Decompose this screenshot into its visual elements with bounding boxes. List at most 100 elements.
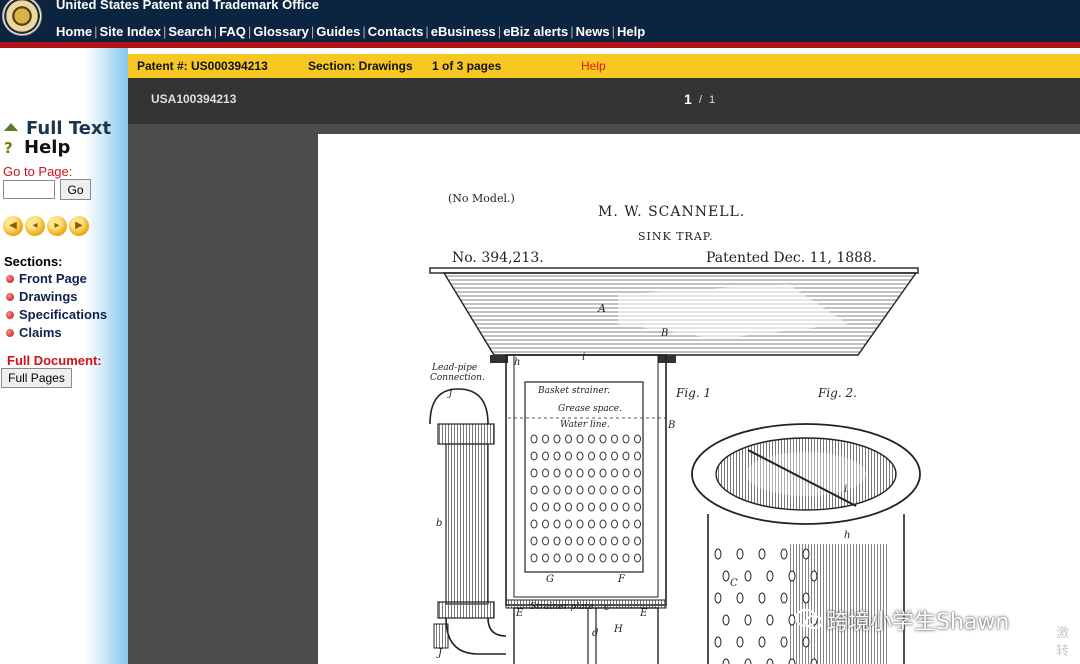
strainer-hole <box>634 502 641 512</box>
strainer-hole <box>588 451 595 461</box>
strainer-hole <box>622 451 630 461</box>
help-link[interactable]: ? Help <box>4 137 70 158</box>
cylinder-hole <box>766 570 774 582</box>
strainer-hole <box>588 485 595 495</box>
strainer-hole <box>634 468 641 478</box>
strainer-hole <box>542 502 549 512</box>
cylinder-hole <box>722 658 730 664</box>
strainer-hole <box>542 434 549 444</box>
strainer-hole <box>565 451 572 461</box>
last-page-icon[interactable]: ▶ <box>69 216 89 236</box>
sections-list: Front Page Drawings Specifications Claim… <box>6 270 107 342</box>
nav-ebiz-alerts[interactable]: eBiz alerts <box>503 24 568 39</box>
strainer-hole <box>611 553 618 563</box>
uspto-seal-icon[interactable] <box>2 0 42 36</box>
section-specifications[interactable]: Specifications <box>6 306 107 324</box>
help-label: Help <box>24 137 71 158</box>
nav-guides[interactable]: Guides <box>316 24 360 39</box>
strainer-hole <box>530 485 538 495</box>
first-page-icon[interactable]: ◀ <box>3 216 23 236</box>
cylinder-hole <box>758 548 766 560</box>
strainer-hole <box>576 434 584 444</box>
basket-strainer-label: Basket strainer. <box>538 386 610 396</box>
nav-separator: | <box>362 24 366 39</box>
label-E: E <box>516 608 524 619</box>
full-pages-button[interactable]: Full Pages <box>1 368 72 388</box>
strainer-hole <box>634 553 641 563</box>
strainer-hole <box>599 468 607 478</box>
strainer-hole <box>588 468 595 478</box>
side-overlay-line-2: 转 <box>1056 643 1070 658</box>
page-separator: / <box>699 94 703 106</box>
goto-page-label: Go to Page: <box>3 164 73 179</box>
cylinder-hole <box>810 658 818 664</box>
site-header: United States Patent and Trademark Offic… <box>0 0 1080 42</box>
nav-separator: | <box>94 24 98 39</box>
cylinder-hole <box>766 614 774 626</box>
strainer-hole <box>542 553 549 563</box>
strainer-hole <box>634 485 641 495</box>
strainer-hole <box>565 434 572 444</box>
label-i: i <box>582 352 586 363</box>
strainer-hole <box>530 553 538 563</box>
label-b: b <box>436 518 443 529</box>
nav-separator: | <box>425 24 429 39</box>
strainer-hole <box>530 536 538 546</box>
cylinder-hole <box>714 592 722 604</box>
next-page-icon[interactable]: ▸ <box>47 216 67 236</box>
no-model-text: (No Model.) <box>448 192 515 205</box>
cylinder-hole <box>788 570 796 582</box>
bullet-icon <box>6 275 14 283</box>
grease-space-label: Grease space. <box>558 404 622 414</box>
full-document-label: Full Document: <box>7 353 102 368</box>
cylinder-hole <box>736 636 744 648</box>
goto-page-input[interactable] <box>3 180 55 199</box>
nav-search[interactable]: Search <box>168 24 211 39</box>
strainer-hole <box>542 536 549 546</box>
cylinder-hole <box>722 570 730 582</box>
strainer-hole <box>588 553 595 563</box>
go-button[interactable]: Go <box>60 179 91 200</box>
strainer-hole <box>576 553 584 563</box>
nav-ebusiness[interactable]: eBusiness <box>431 24 496 39</box>
nav-site-index[interactable]: Site Index <box>100 24 161 39</box>
strainer-hole <box>634 536 641 546</box>
label-j: j <box>449 388 453 399</box>
cylinder-hole <box>802 548 810 560</box>
section-claims[interactable]: Claims <box>6 324 107 342</box>
nav-glossary[interactable]: Glossary <box>253 24 309 39</box>
lead-pipe-label-2: Connection. <box>430 373 485 383</box>
nav-contacts[interactable]: Contacts <box>368 24 424 39</box>
full-text-link[interactable]: Full Text <box>4 118 111 139</box>
strainer-hole <box>553 468 561 478</box>
lead-pipe-label-1: Lead-pipe <box>432 363 478 373</box>
strainer-hole <box>530 434 538 444</box>
previous-page-icon[interactable]: ◂ <box>25 216 45 236</box>
label-i2: i <box>844 484 848 495</box>
nav-help[interactable]: Help <box>617 24 645 39</box>
label-G: G <box>546 574 554 585</box>
current-page-input[interactable]: 1 <box>684 91 692 107</box>
left-sidebar: Full Text ? Help Go to Page: Go ◀ ◂ ▸ ▶ Sect… <box>0 48 128 664</box>
total-pages: 1 <box>709 94 716 106</box>
nav-separator: | <box>570 24 574 39</box>
drawing-title: SINK TRAP. <box>638 230 714 243</box>
strainer-hole <box>530 502 538 512</box>
nav-home[interactable]: Home <box>56 24 92 39</box>
cylinder-hole <box>714 636 722 648</box>
cylinder-hole <box>758 592 766 604</box>
strainer-hole <box>634 434 641 444</box>
section-front-page[interactable]: Front Page <box>6 270 107 288</box>
section-drawings[interactable]: Drawings <box>6 288 107 306</box>
strainer-hole <box>588 502 595 512</box>
section-indicator: Section: Drawings <box>308 59 413 73</box>
label-J: J <box>438 648 443 659</box>
nav-faq[interactable]: FAQ <box>219 24 246 39</box>
strainer-hole <box>634 519 641 529</box>
label-h2: h <box>844 530 851 541</box>
patent-help-link[interactable]: Help <box>581 59 606 73</box>
nav-news[interactable]: News <box>576 24 610 39</box>
label-d: d <box>592 628 599 639</box>
strainer-hole <box>599 553 607 563</box>
strainer-hole <box>611 434 618 444</box>
